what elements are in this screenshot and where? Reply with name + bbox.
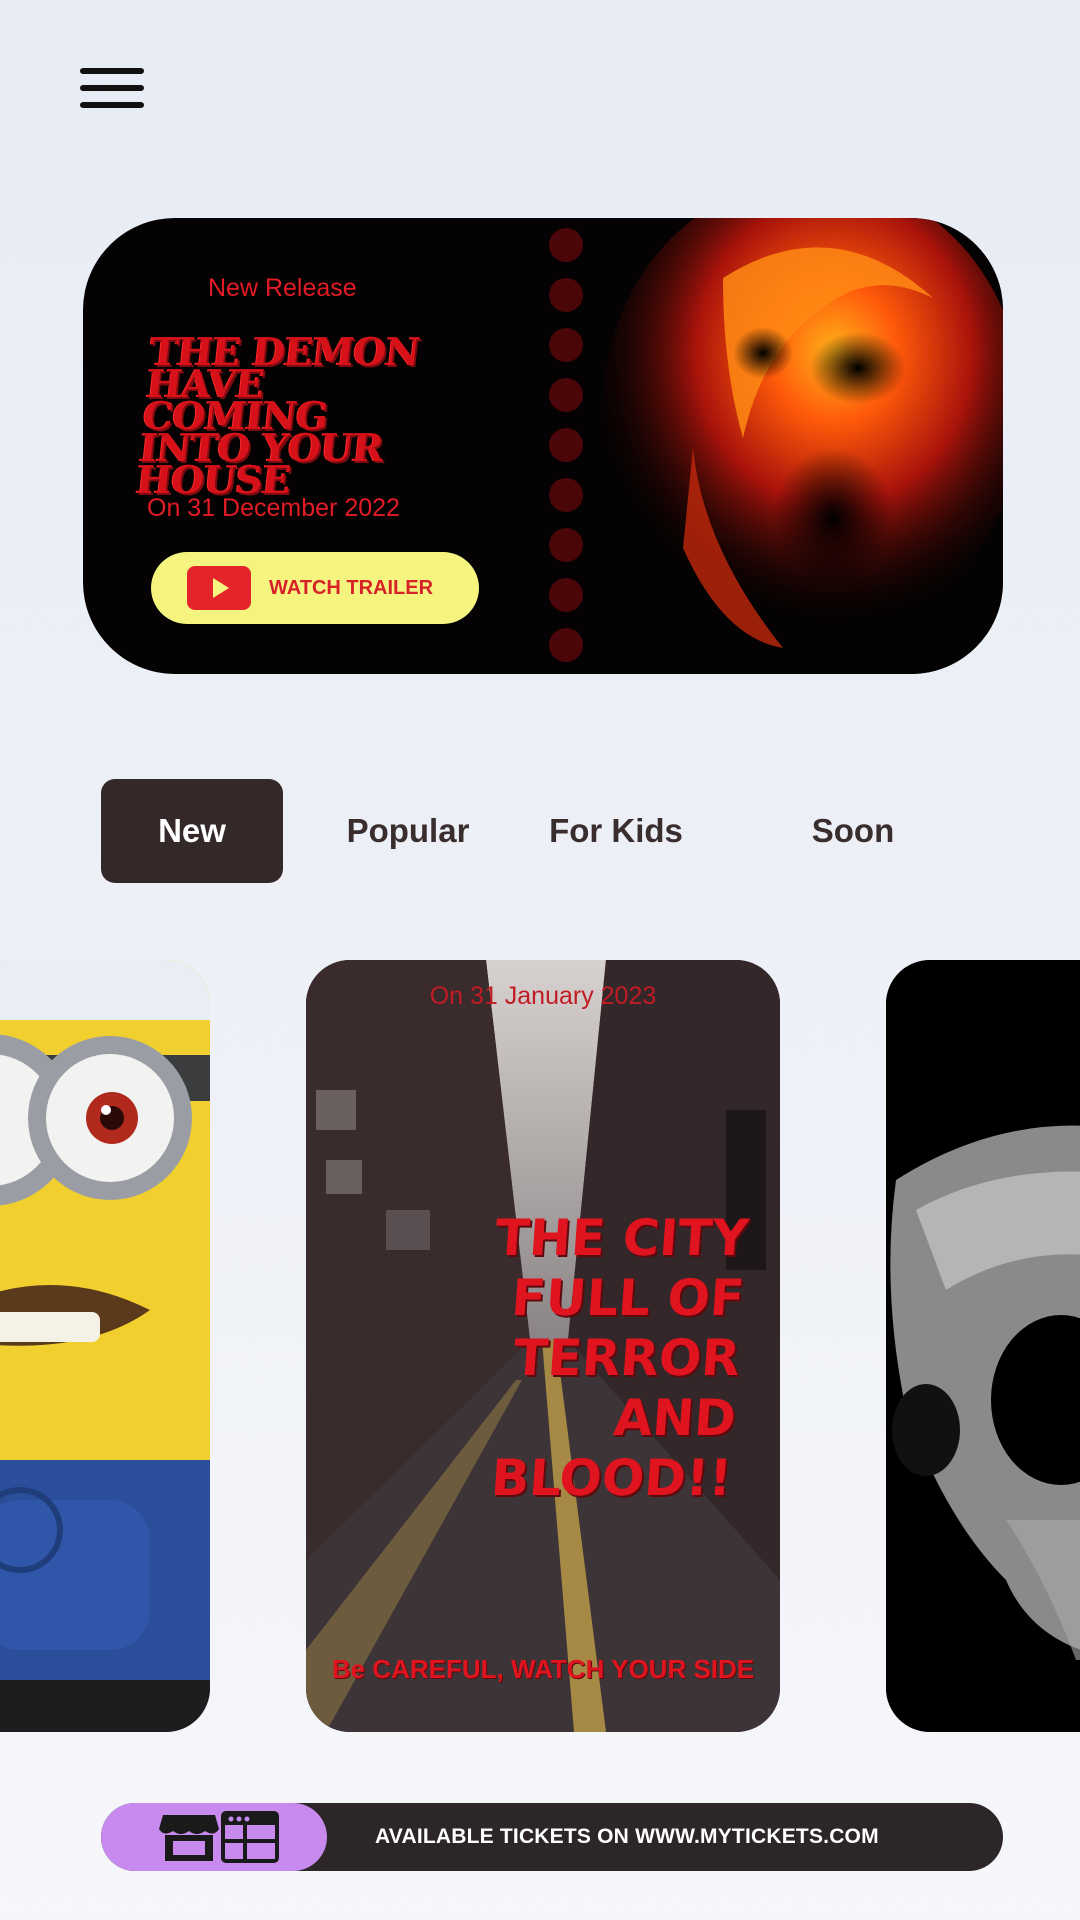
demon-fire-image — [573, 218, 1003, 674]
hero-release-date: On 31 December 2022 — [147, 494, 400, 522]
ticket-perforation — [549, 478, 583, 512]
tab-new[interactable]: New — [101, 779, 283, 883]
ticket-perforation — [549, 428, 583, 462]
available-tickets-banner[interactable]: AVAILABLE TICKETS ON WWW.MYTICKETS.COM — [101, 1803, 1003, 1871]
ticket-perforation — [549, 528, 583, 562]
ticket-perforation — [549, 328, 583, 362]
browser-window-icon — [221, 1811, 279, 1863]
skull-poster-image — [886, 960, 1080, 1732]
tab-for-kids[interactable]: For Kids — [531, 779, 701, 883]
watch-trailer-button[interactable]: WATCH TRAILER — [151, 552, 479, 624]
category-tabs: New Popular For Kids Soon — [101, 779, 1001, 883]
ticket-perforation — [549, 228, 583, 262]
store-icon — [159, 1815, 219, 1861]
movie-card-kids[interactable] — [0, 960, 210, 1732]
featured-tagline: Be CAREFUL, WATCH YOUR SIDE — [331, 1654, 755, 1684]
watch-trailer-label: WATCH TRAILER — [269, 576, 434, 599]
hero-movie-title: THE DEMON HAVE COMING INTO YOUR HOUSE — [133, 329, 422, 502]
hero-banner[interactable]: New Release THE DEMON HAVE COMING INTO Y… — [83, 218, 1003, 674]
ticket-perforation — [549, 578, 583, 612]
ticket-perforation — [549, 378, 583, 412]
movie-card-featured[interactable]: On 31 January 2023 THE CITY FULL OF TERR… — [306, 960, 780, 1732]
hamburger-menu-icon[interactable] — [80, 68, 144, 112]
featured-headline: THE CITY FULL OF TERROR AND BLOOD!! — [489, 1209, 751, 1507]
available-tickets-text: AVAILABLE TICKETS ON WWW.MYTICKETS.COM — [375, 1825, 879, 1848]
ticket-perforation — [549, 628, 583, 662]
minion-poster-image — [0, 960, 210, 1732]
movie-card-horror[interactable] — [886, 960, 1080, 1732]
youtube-play-icon — [187, 566, 251, 610]
new-release-label: New Release — [208, 274, 357, 302]
ticket-icons-pill — [101, 1803, 327, 1871]
tab-soon[interactable]: Soon — [771, 779, 935, 883]
tab-popular[interactable]: Popular — [323, 779, 493, 883]
featured-release-date: On 31 January 2023 — [429, 982, 657, 1010]
ticket-perforation — [549, 278, 583, 312]
